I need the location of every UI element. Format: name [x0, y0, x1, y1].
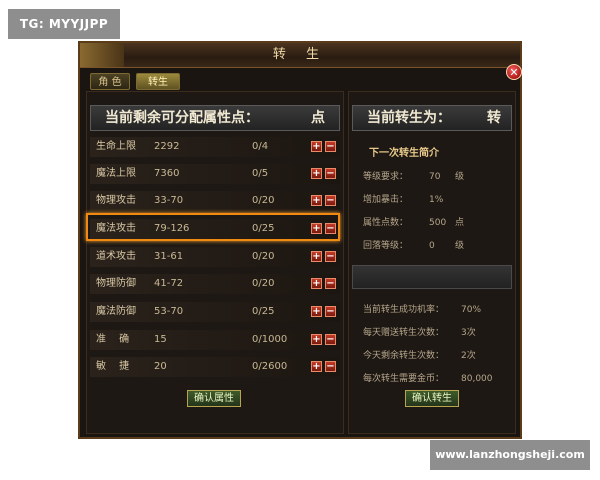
info-value: 0: [429, 241, 435, 251]
lower-label: 今天剩余转生次数：: [363, 351, 445, 361]
stat-row-mp-max: 魔法上限 7360 0/5 + −: [90, 164, 340, 184]
stat-value: 41-72: [154, 278, 184, 289]
minus-button[interactable]: −: [325, 334, 336, 345]
stat-row-tao-attack: 道术攻击 31-61 0/20 + −: [90, 247, 340, 267]
info-value: 1%: [429, 195, 444, 205]
rebirth-info-panel: 当前转生为： 转 下一次转生简介 等级要求： 70 级 增加暴击： 1% 属性点…: [348, 91, 516, 434]
stat-row-accuracy: 准 确 15 0/1000 + −: [90, 330, 340, 350]
stat-value: 20: [154, 361, 167, 372]
stat-points: 0/20: [252, 278, 275, 289]
plus-button[interactable]: +: [311, 195, 322, 206]
stat-name: 生命上限: [96, 141, 136, 152]
info-value: 500: [429, 218, 447, 228]
attribute-panel: 当前剩余可分配属性点： 点 生命上限 2292 0/4 + − 魔法上限 736…: [86, 91, 344, 434]
info-unit: 级: [455, 172, 465, 182]
stat-value: 15: [154, 334, 167, 345]
stat-points: 0/20: [252, 195, 275, 206]
stat-value: 31-61: [154, 251, 184, 262]
minus-button[interactable]: −: [325, 306, 336, 317]
rebirth-header: 当前转生为： 转: [352, 105, 512, 131]
plus-button[interactable]: +: [311, 278, 322, 289]
confirm-attributes-button[interactable]: 确认属性: [187, 390, 241, 407]
stat-name: 魔法上限: [96, 168, 136, 179]
stat-name: 物理攻击: [96, 195, 136, 206]
watermark-top-left: TG: MYYJJPP: [8, 9, 120, 39]
stat-row-phys-attack: 物理攻击 33-70 0/20 + −: [90, 191, 340, 211]
info-unit: 点: [455, 218, 465, 228]
info-value: 70: [429, 172, 441, 182]
minus-button[interactable]: −: [325, 168, 336, 179]
info-label: 增加暴击：: [363, 195, 409, 205]
window-title: 转 生: [272, 47, 328, 62]
minus-button[interactable]: −: [325, 361, 336, 372]
info-unit: 级: [455, 241, 465, 251]
stat-name: 道术攻击: [96, 251, 136, 262]
plus-button[interactable]: +: [311, 361, 322, 372]
stat-row-phys-defense: 物理防御 41-72 0/20 + −: [90, 274, 340, 294]
stat-points: 0/25: [252, 306, 275, 317]
stat-name: 魔法防御: [96, 306, 136, 317]
plus-button[interactable]: +: [311, 141, 322, 152]
next-rebirth-title: 下一次转生简介: [369, 148, 439, 159]
lower-value: 80,000: [461, 374, 493, 384]
stat-points: 0/5: [252, 168, 269, 179]
points-header-unit: 点: [311, 110, 325, 126]
lower-label: 每次转生需要金币：: [363, 374, 445, 384]
watermark-bottom-right: www.lanzhongsheji.com: [430, 440, 590, 470]
plus-button[interactable]: +: [311, 306, 322, 317]
stat-row-hp-max: 生命上限 2292 0/4 + −: [90, 137, 340, 157]
info-label: 等级要求：: [363, 172, 409, 182]
section-divider: [352, 265, 512, 289]
rebirth-header-label: 当前转生为：: [367, 110, 451, 126]
minus-button[interactable]: −: [325, 141, 336, 152]
rebirth-header-unit: 转: [487, 110, 501, 126]
stat-name: 敏 捷: [96, 361, 130, 372]
plus-button[interactable]: +: [311, 168, 322, 179]
stat-name: 准 确: [96, 334, 130, 345]
points-header: 当前剩余可分配属性点： 点: [90, 105, 340, 131]
info-label: 属性点数：: [363, 218, 409, 228]
close-icon[interactable]: ✕: [506, 64, 522, 80]
points-header-label: 当前剩余可分配属性点：: [105, 110, 259, 126]
tab-role[interactable]: 角 色: [90, 73, 130, 90]
stat-value: 53-70: [154, 306, 184, 317]
lower-label: 每天赠送转生次数：: [363, 328, 445, 338]
stat-points: 0/20: [252, 251, 275, 262]
title-bar[interactable]: 转 生: [80, 43, 520, 68]
tab-rebirth[interactable]: 转生: [136, 73, 180, 90]
minus-button[interactable]: −: [325, 251, 336, 262]
minus-button[interactable]: −: [325, 278, 336, 289]
plus-button[interactable]: +: [311, 334, 322, 345]
stat-value: 2292: [154, 141, 180, 152]
lower-value: 70%: [461, 305, 482, 315]
lower-value: 3次: [461, 328, 476, 338]
stat-points: 0/4: [252, 141, 269, 152]
stat-row-agility: 敏 捷 20 0/2600 + −: [90, 357, 340, 377]
selected-row-highlight: [86, 213, 340, 241]
stat-name: 物理防御: [96, 278, 136, 289]
confirm-rebirth-button[interactable]: 确认转生: [405, 390, 459, 407]
info-label: 回落等级：: [363, 241, 409, 251]
lower-label: 当前转生成功机率：: [363, 305, 445, 315]
stat-value: 33-70: [154, 195, 184, 206]
stat-points: 0/1000: [252, 334, 288, 345]
lower-value: 2次: [461, 351, 476, 361]
stat-value: 7360: [154, 168, 180, 179]
plus-button[interactable]: +: [311, 251, 322, 262]
stat-row-magic-defense: 魔法防御 53-70 0/25 + −: [90, 302, 340, 322]
stat-points: 0/2600: [252, 361, 288, 372]
minus-button[interactable]: −: [325, 195, 336, 206]
